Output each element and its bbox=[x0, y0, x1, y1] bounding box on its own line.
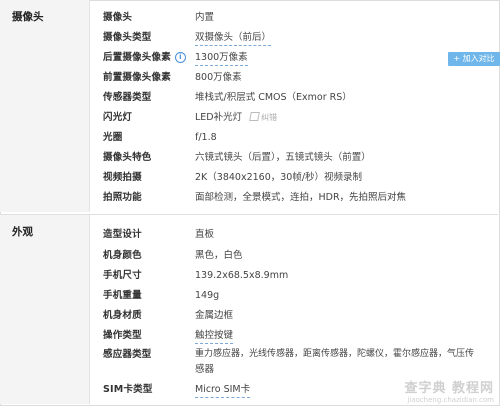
spec-row: 手机重量 149g bbox=[90, 286, 498, 306]
spec-row: 闪光灯 LED补光灯 纠错 bbox=[90, 108, 498, 128]
spec-key: 传感器类型 bbox=[103, 92, 152, 103]
spec-key: 闪光灯 bbox=[103, 112, 133, 123]
spec-value: 800万像素 bbox=[195, 72, 242, 83]
edit-icon bbox=[249, 112, 260, 121]
appearance-section: 外观 造型设计 直板 机身颜色 黑色，白色 手机尺寸 139.2x68.5x8.… bbox=[0, 215, 498, 404]
spec-row: 拍照功能 面部检测，全景模式，连拍，HDR，先拍照后对焦 bbox=[90, 188, 498, 208]
spec-row: 视频拍摄 2K（3840x2160，30帧/秒）视频录制 bbox=[90, 168, 498, 188]
spec-key: 摄像头 bbox=[103, 12, 133, 23]
spec-value: LED补光灯 bbox=[195, 112, 243, 123]
spec-value: 金属边框 bbox=[195, 310, 234, 321]
camera-section-title: 摄像头 bbox=[0, 0, 90, 212]
spec-row: 摄像头特色 六镜式镜头（后置），五镜式镜头（前置） bbox=[90, 148, 498, 168]
spec-value: 149g bbox=[195, 290, 220, 301]
spec-value-link[interactable]: Micro SIM卡 bbox=[195, 383, 251, 398]
spec-value: 堆栈式/积层式 CMOS（Exmor RS） bbox=[195, 92, 352, 103]
spec-row: 前置摄像头像素 800万像素 bbox=[90, 68, 498, 88]
watermark-logo: 查字典 教程网 jiaocheng.chazidian.com bbox=[404, 381, 494, 404]
spec-key: 拍照功能 bbox=[103, 192, 142, 203]
spec-key: 造型设计 bbox=[103, 229, 142, 240]
spec-row: 光圈 f/1.8 bbox=[90, 128, 498, 148]
appearance-section-title: 外观 bbox=[0, 215, 90, 404]
spec-key: 光圈 bbox=[103, 132, 123, 143]
spec-value: 面部检测，全景模式，连拍，HDR，先拍照后对焦 bbox=[195, 192, 407, 203]
spec-key: 视频拍摄 bbox=[103, 172, 142, 183]
spec-key: 操作类型 bbox=[103, 330, 142, 341]
spec-row: 机身材质 金属边框 bbox=[90, 306, 498, 326]
spec-value: 黑色，白色 bbox=[195, 250, 243, 261]
spec-value: f/1.8 bbox=[195, 132, 217, 143]
spec-key: 摄像头特色 bbox=[103, 152, 152, 163]
spec-row: 摄像头 内置 bbox=[90, 8, 498, 28]
spec-value: 139.2x68.5x8.9mm bbox=[195, 270, 289, 281]
spec-key: 后置摄像头像素 i bbox=[103, 48, 186, 68]
spec-key: 机身颜色 bbox=[103, 250, 142, 261]
spec-row: 后置摄像头像素 i 1300万像素 bbox=[90, 48, 498, 68]
spec-value: 六镜式镜头（后置），五镜式镜头（前置） bbox=[195, 152, 371, 163]
correct-link[interactable]: 纠错 bbox=[249, 112, 277, 122]
spec-value: 2K（3840x2160，30帧/秒）视频录制 bbox=[195, 172, 363, 183]
spec-value: 直板 bbox=[195, 229, 215, 240]
spec-value: 感器 bbox=[195, 364, 215, 375]
spec-key: 前置摄像头像素 bbox=[103, 72, 171, 83]
spec-row: 机身颜色 黑色，白色 bbox=[90, 246, 498, 266]
spec-key: 手机重量 bbox=[103, 290, 142, 301]
spec-key: SIM卡类型 bbox=[103, 384, 153, 395]
spec-value: 内置 bbox=[195, 12, 215, 23]
spec-key: 摄像头类型 bbox=[103, 32, 152, 43]
camera-section: 摄像头 摄像头 内置 摄像头类型 双摄像头（前后） 后置摄像头像素 i 1300万… bbox=[0, 0, 498, 212]
spec-value-link[interactable]: 双摄像头（前后） bbox=[195, 31, 272, 46]
spec-row: 操作类型 触控按键 bbox=[90, 326, 498, 346]
info-icon[interactable]: i bbox=[174, 52, 186, 63]
spec-key: 手机尺寸 bbox=[103, 270, 142, 281]
add-compare-button[interactable]: + 加入对比 bbox=[448, 52, 500, 66]
spec-row: 造型设计 直板 bbox=[90, 225, 498, 245]
spec-row: 传感器类型 堆栈式/积层式 CMOS（Exmor RS） bbox=[90, 88, 498, 108]
spec-value-link[interactable]: 触控按键 bbox=[195, 329, 234, 344]
spec-row: 摄像头类型 双摄像头（前后） bbox=[90, 28, 498, 48]
spec-value-link[interactable]: 1300万像素 bbox=[195, 51, 248, 66]
spec-key: 机身材质 bbox=[103, 310, 142, 321]
spec-row: 手机尺寸 139.2x68.5x8.9mm bbox=[90, 266, 498, 286]
